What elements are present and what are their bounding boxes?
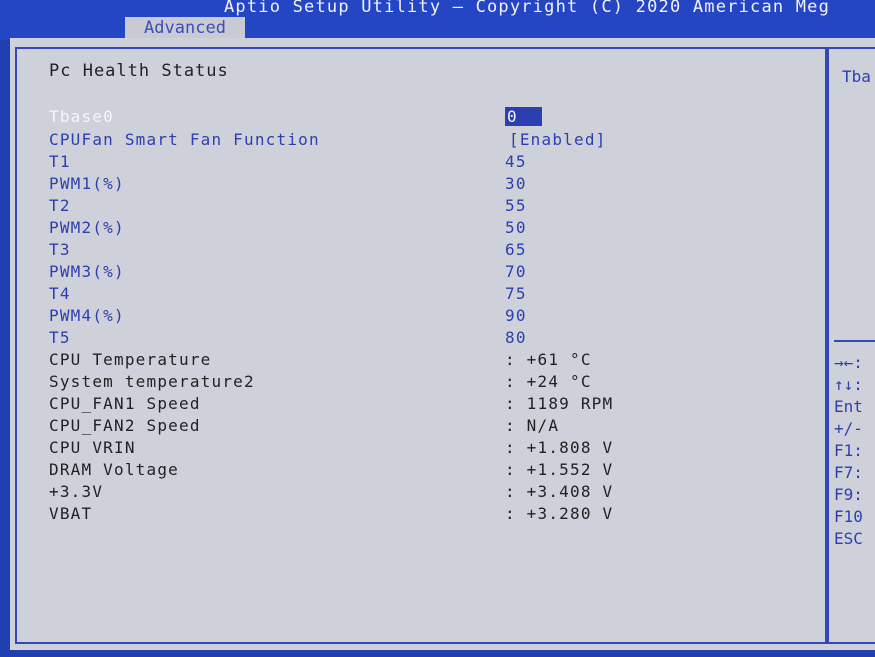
setting-row-t2[interactable]: T2 55 bbox=[49, 196, 649, 218]
setting-row-t5[interactable]: T5 80 bbox=[49, 328, 649, 350]
setting-row-t4[interactable]: T4 75 bbox=[49, 284, 649, 306]
key-hint: +/- bbox=[834, 419, 863, 438]
key-hint: ESC bbox=[834, 529, 863, 548]
reading-label: CPU VRIN bbox=[49, 438, 136, 457]
setting-label: PWM3(%) bbox=[49, 262, 125, 281]
app-title: Aptio Setup Utility – Copyright (C) 2020… bbox=[224, 0, 831, 17]
key-legend: →←: ↑↓: Ent +/- F1: F7: F9: F10 ESC bbox=[834, 353, 863, 551]
help-divider bbox=[834, 340, 875, 342]
setting-value[interactable]: 30 bbox=[505, 174, 527, 193]
setting-label: PWM2(%) bbox=[49, 218, 125, 237]
setting-row-tbase0[interactable]: Tbase0 0 bbox=[49, 107, 649, 129]
setting-label: T2 bbox=[49, 196, 71, 215]
setting-value[interactable]: 80 bbox=[505, 328, 527, 347]
reading-label: VBAT bbox=[49, 504, 93, 523]
setting-value[interactable]: 90 bbox=[505, 306, 527, 325]
reading-label: CPU Temperature bbox=[49, 350, 212, 369]
setting-row-t3[interactable]: T3 65 bbox=[49, 240, 649, 262]
reading-row-dram-voltage: DRAM Voltage : +1.552 V bbox=[49, 460, 649, 482]
setting-row-pwm1[interactable]: PWM1(%) 30 bbox=[49, 174, 649, 196]
setting-row-t1[interactable]: T1 45 bbox=[49, 152, 649, 174]
reading-row-cpu-fan2-speed: CPU_FAN2 Speed : N/A bbox=[49, 416, 649, 438]
reading-row-system-temperature2: System temperature2 : +24 °C bbox=[49, 372, 649, 394]
setting-value[interactable]: 75 bbox=[505, 284, 527, 303]
key-hint: F10 bbox=[834, 507, 863, 526]
setting-value[interactable]: 55 bbox=[505, 196, 527, 215]
reading-row-vbat: VBAT : +3.280 V bbox=[49, 504, 649, 526]
key-hint: Ent bbox=[834, 397, 863, 416]
setting-value-selected[interactable]: 0 bbox=[505, 107, 542, 126]
setting-label: CPUFan Smart Fan Function bbox=[49, 130, 320, 149]
reading-label: CPU_FAN1 Speed bbox=[49, 394, 201, 413]
reading-row-cpu-vrin: CPU VRIN : +1.808 V bbox=[49, 438, 649, 460]
reading-value: : +3.408 V bbox=[505, 482, 614, 501]
reading-value: : +24 °C bbox=[505, 372, 592, 391]
setting-value[interactable]: 65 bbox=[505, 240, 527, 259]
setting-value[interactable]: [Enabled] bbox=[509, 130, 607, 149]
reading-value: : +61 °C bbox=[505, 350, 592, 369]
reading-row-cpu-temperature: CPU Temperature : +61 °C bbox=[49, 350, 649, 372]
setting-label: Tbase0 bbox=[49, 107, 114, 126]
key-hint: →←: bbox=[834, 353, 863, 372]
reading-label: System temperature2 bbox=[49, 372, 255, 391]
setting-value[interactable]: 45 bbox=[505, 152, 527, 171]
key-hint: ↑↓: bbox=[834, 375, 863, 394]
setting-row-cpufan-smart-fan[interactable]: CPUFan Smart Fan Function [Enabled] bbox=[49, 130, 649, 152]
reading-label: CPU_FAN2 Speed bbox=[49, 416, 201, 435]
key-hint: F9: bbox=[834, 485, 863, 504]
reading-value: : +1.808 V bbox=[505, 438, 614, 457]
setting-label: T4 bbox=[49, 284, 71, 303]
setting-value[interactable]: 50 bbox=[505, 218, 527, 237]
setting-label: PWM4(%) bbox=[49, 306, 125, 325]
reading-value: : 1189 RPM bbox=[505, 394, 614, 413]
reading-row-cpu-fan1-speed: CPU_FAN1 Speed : 1189 RPM bbox=[49, 394, 649, 416]
reading-row-3-3v: +3.3V : +3.408 V bbox=[49, 482, 649, 504]
page-title: Pc Health Status bbox=[49, 61, 229, 81]
setting-label: T1 bbox=[49, 152, 71, 171]
setting-row-pwm2[interactable]: PWM2(%) 50 bbox=[49, 218, 649, 240]
setting-label: T3 bbox=[49, 240, 71, 259]
setting-row-pwm3[interactable]: PWM3(%) 70 bbox=[49, 262, 649, 284]
reading-value: : N/A bbox=[505, 416, 560, 435]
setting-row-pwm4[interactable]: PWM4(%) 90 bbox=[49, 306, 649, 328]
help-text: Tba bbox=[842, 67, 871, 86]
setting-value[interactable]: 70 bbox=[505, 262, 527, 281]
tab-advanced[interactable]: Advanced bbox=[125, 17, 245, 39]
reading-value: : +3.280 V bbox=[505, 504, 614, 523]
setting-label: T5 bbox=[49, 328, 71, 347]
key-hint: F7: bbox=[834, 463, 863, 482]
help-frame bbox=[827, 47, 875, 644]
key-hint: F1: bbox=[834, 441, 863, 460]
setting-label: PWM1(%) bbox=[49, 174, 125, 193]
reading-value: : +1.552 V bbox=[505, 460, 614, 479]
header-bar: Aptio Setup Utility – Copyright (C) 2020… bbox=[0, 0, 875, 40]
reading-label: DRAM Voltage bbox=[49, 460, 179, 479]
reading-label: +3.3V bbox=[49, 482, 104, 501]
